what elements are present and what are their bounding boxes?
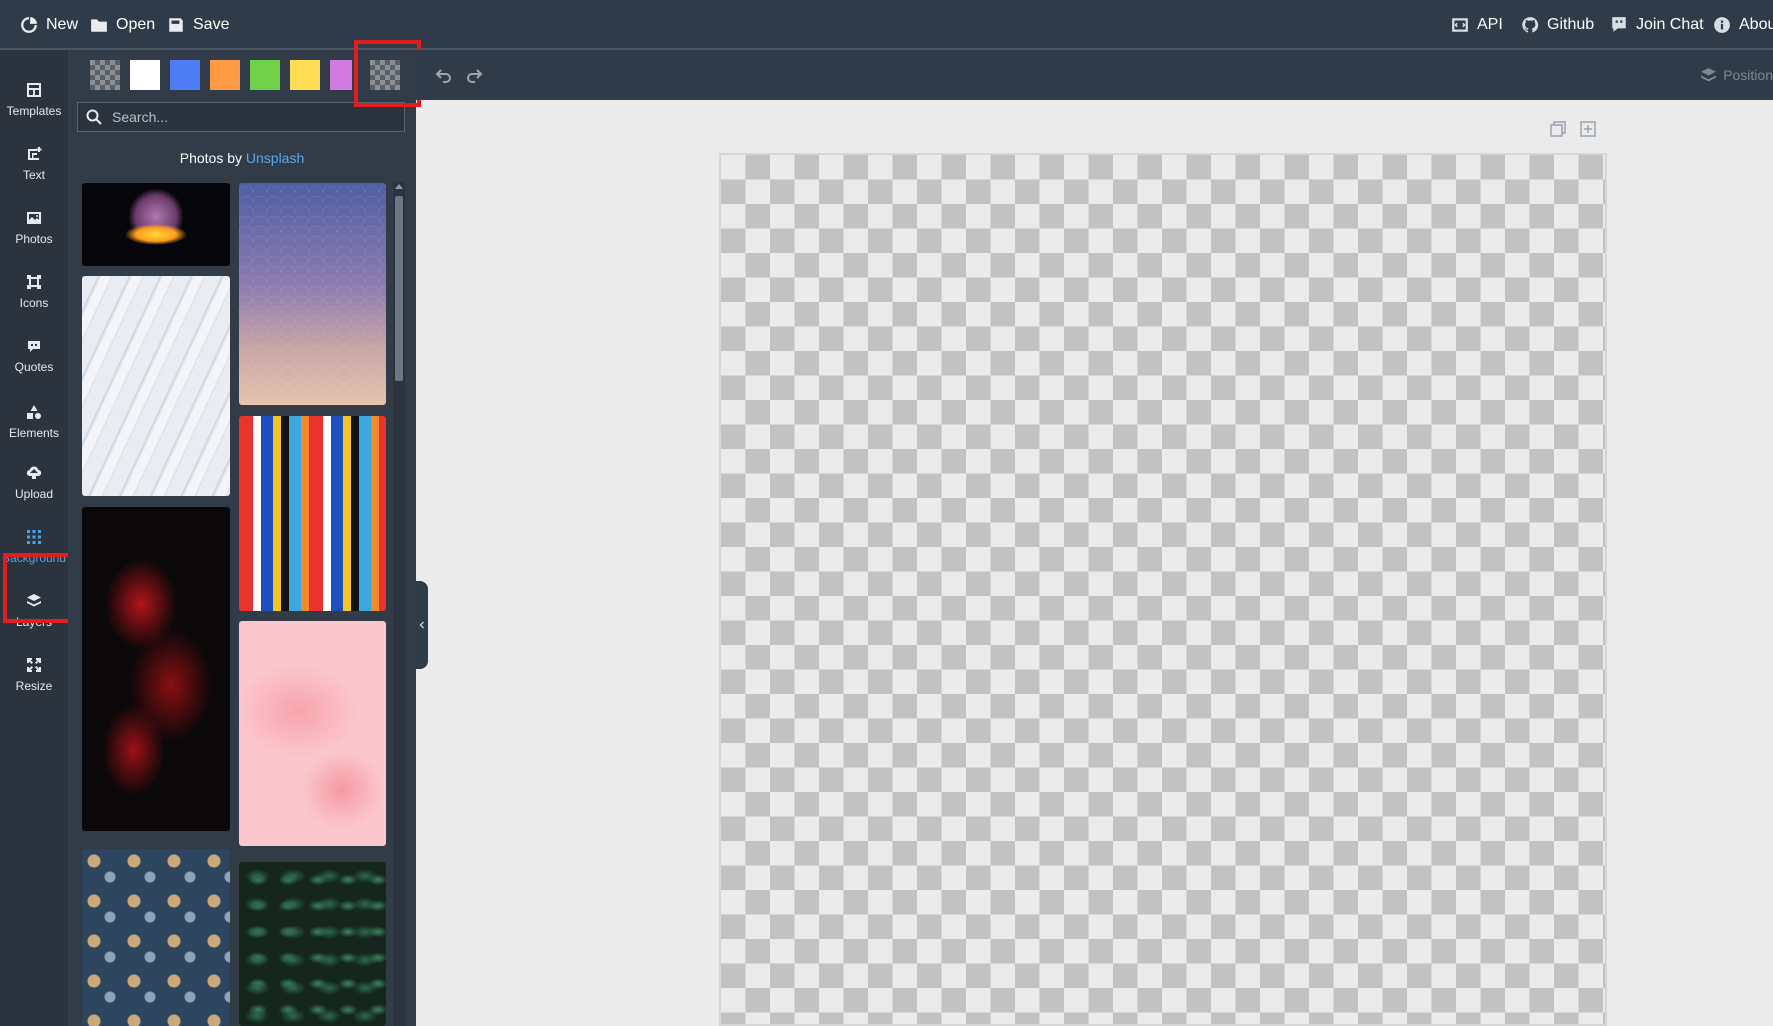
undo-button[interactable] <box>434 65 454 85</box>
add-page-button[interactable] <box>1579 120 1597 138</box>
github-icon <box>1522 17 1539 33</box>
api-icon <box>1452 18 1468 32</box>
position-label: Position <box>1723 67 1773 83</box>
quotes-icon <box>28 341 40 352</box>
panel-scrollbar[interactable] <box>393 182 405 1026</box>
nav-label-upload: Upload <box>14 487 54 501</box>
floral-pattern-photo[interactable] <box>82 849 230 1026</box>
duplicate-icon <box>1550 121 1566 137</box>
unsplash-link[interactable]: Unsplash <box>246 150 304 166</box>
nav-label-layers: Layers <box>15 615 53 629</box>
photos-icon <box>27 212 41 224</box>
background-panel: Photos by Unsplash <box>68 50 416 1026</box>
github-label: Github <box>1547 16 1595 33</box>
swatch-green[interactable] <box>250 60 280 90</box>
join-chat-label: Join Chat <box>1636 16 1704 33</box>
chat-icon <box>1612 17 1626 32</box>
join-chat-button[interactable]: Join Chat <box>1610 0 1704 50</box>
resize-icon <box>27 658 41 672</box>
text-icon <box>28 147 42 160</box>
search-box <box>77 102 405 132</box>
search-icon <box>86 109 102 125</box>
nav-item-elements[interactable]: Elements <box>0 390 68 454</box>
hand-sculpture-photo[interactable] <box>82 183 230 266</box>
undo-icon <box>435 69 451 83</box>
nav-item-resize[interactable]: Resize <box>0 643 68 707</box>
add-page-icon <box>1580 121 1596 137</box>
layers-icon <box>27 594 41 607</box>
green-leaves-photo[interactable] <box>239 862 386 1026</box>
new-label: New <box>46 16 79 33</box>
new-icon <box>21 17 37 33</box>
pastel-scale-pattern-photo[interactable] <box>239 183 386 405</box>
swatch-custom-picker[interactable] <box>370 60 400 90</box>
nav-item-templates[interactable]: Templates <box>0 68 68 132</box>
toolbar: Position <box>416 50 1773 100</box>
icons-icon <box>27 275 41 289</box>
nav-item-quotes[interactable]: Quotes <box>0 324 68 388</box>
open-button[interactable]: Open <box>90 0 155 50</box>
new-button[interactable]: New <box>20 0 78 50</box>
save-button[interactable]: Save <box>167 0 229 50</box>
red-fractal-photo[interactable] <box>82 507 230 831</box>
position-button[interactable]: Position <box>1700 50 1773 100</box>
swatch-transparent[interactable] <box>90 60 120 90</box>
top-bar: New Open Save API Github Join Chat About <box>0 0 1773 50</box>
pink-marble-photo[interactable] <box>239 621 386 846</box>
nav-label-text: Text <box>22 168 45 182</box>
layers-stack-icon <box>1701 67 1717 81</box>
swatch-purple[interactable] <box>330 60 352 90</box>
nav-label-quotes: Quotes <box>14 360 54 374</box>
open-label: Open <box>116 16 156 33</box>
scroll-thumb[interactable] <box>395 196 403 381</box>
redo-icon <box>467 69 483 83</box>
folder-icon <box>91 19 107 32</box>
templates-icon <box>27 83 41 97</box>
swatch-white[interactable] <box>130 60 160 90</box>
swatch-blue[interactable] <box>170 60 200 90</box>
nav-label-elements: Elements <box>8 426 60 440</box>
github-button[interactable]: Github <box>1521 0 1594 50</box>
nav-item-upload[interactable]: Upload <box>0 451 68 515</box>
swatch-orange[interactable] <box>210 60 240 90</box>
background-icon <box>27 530 41 544</box>
duplicate-page-button[interactable] <box>1549 120 1567 138</box>
swatch-yellow[interactable] <box>290 60 320 90</box>
about-button[interactable]: About <box>1713 0 1773 50</box>
save-label: Save <box>193 16 230 33</box>
nav-label-background: Background <box>1 551 67 565</box>
info-icon <box>1714 17 1730 33</box>
search-input[interactable] <box>110 108 394 126</box>
nav-label-icons: Icons <box>19 296 49 310</box>
save-icon <box>169 18 183 32</box>
api-label: API <box>1477 16 1503 33</box>
nav-item-icons[interactable]: Icons <box>0 260 68 324</box>
credit-prefix: Photos by <box>179 150 242 166</box>
nav-item-background[interactable]: Background <box>0 515 68 579</box>
redo-button[interactable] <box>464 65 484 85</box>
nav-label-templates: Templates <box>6 104 62 118</box>
left-nav: Templates Text Photos Icons Quotes Eleme… <box>0 50 68 1026</box>
white-waves-photo[interactable] <box>82 276 230 496</box>
collapse-panel-button[interactable] <box>416 581 428 669</box>
chevron-left-icon <box>419 621 424 629</box>
api-button[interactable]: API <box>1451 0 1503 50</box>
nav-item-photos[interactable]: Photos <box>0 196 68 260</box>
elements-icon <box>27 405 41 419</box>
photo-credit: Photos by Unsplash <box>68 150 416 166</box>
scroll-up-icon[interactable] <box>395 184 403 189</box>
nav-label-photos: Photos <box>15 232 53 246</box>
nav-label-resize: Resize <box>15 679 53 693</box>
upload-icon <box>26 466 42 479</box>
nav-item-text[interactable]: Text <box>0 132 68 196</box>
nav-item-layers[interactable]: Layers <box>0 579 68 643</box>
about-label: About <box>1739 16 1773 33</box>
design-canvas[interactable] <box>719 153 1607 1026</box>
colorful-bricks-photo[interactable] <box>239 416 386 611</box>
